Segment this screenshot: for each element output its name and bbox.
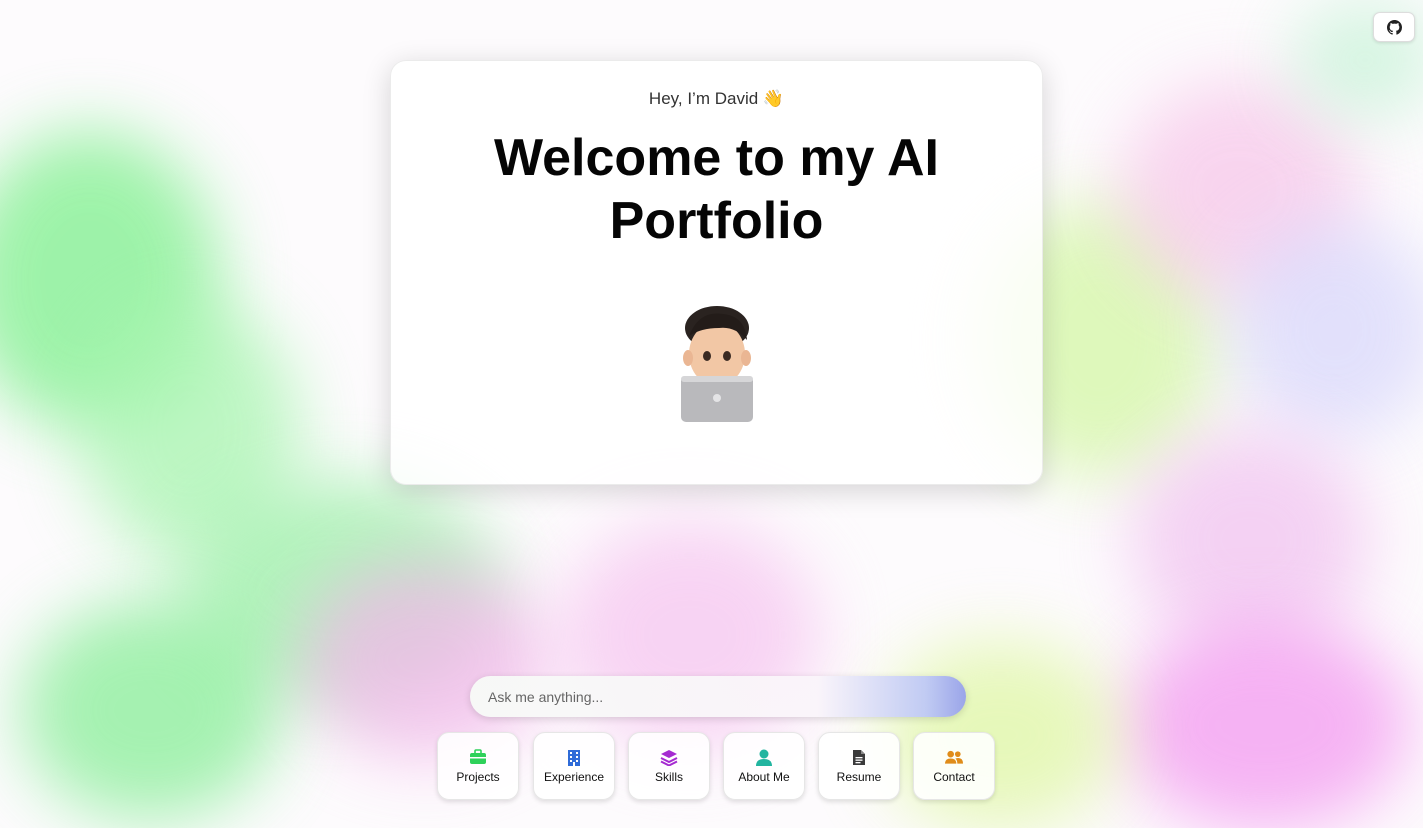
user-icon [755, 748, 773, 766]
nav-button-about-me[interactable]: About Me [723, 732, 805, 800]
greeting-text: Hey, I’m David 👋 [648, 89, 785, 108]
nav-button-label: Contact [933, 770, 975, 784]
building-icon [565, 748, 583, 766]
nav-button-label: Skills [654, 770, 683, 784]
nav-button-label: About Me [738, 770, 790, 784]
nav-button-experience[interactable]: Experience [533, 732, 615, 800]
nav-button-label: Projects [456, 770, 500, 784]
memoji-avatar [679, 306, 755, 422]
github-button[interactable] [1373, 12, 1415, 42]
nav-button-contact[interactable]: Contact [913, 732, 995, 800]
nav-button-label: Resume [836, 770, 882, 784]
nav-button-resume[interactable]: Resume [818, 732, 900, 800]
document-icon [850, 748, 868, 766]
nav-button-skills[interactable]: Skills [628, 732, 710, 800]
chat-input-bar[interactable] [470, 676, 966, 717]
layers-icon [660, 748, 678, 766]
briefcase-icon [469, 748, 487, 766]
ask-input[interactable] [470, 676, 966, 717]
users-icon [945, 748, 963, 766]
nav-button-label: Experience [543, 770, 605, 784]
hero-card: Hey, I’m David 👋 Welcome to my AI Portfo… [390, 60, 1043, 485]
nav-button-projects[interactable]: Projects [437, 732, 519, 800]
github-icon [1386, 19, 1402, 35]
page-title: Welcome to my AI Portfolio [494, 129, 939, 250]
